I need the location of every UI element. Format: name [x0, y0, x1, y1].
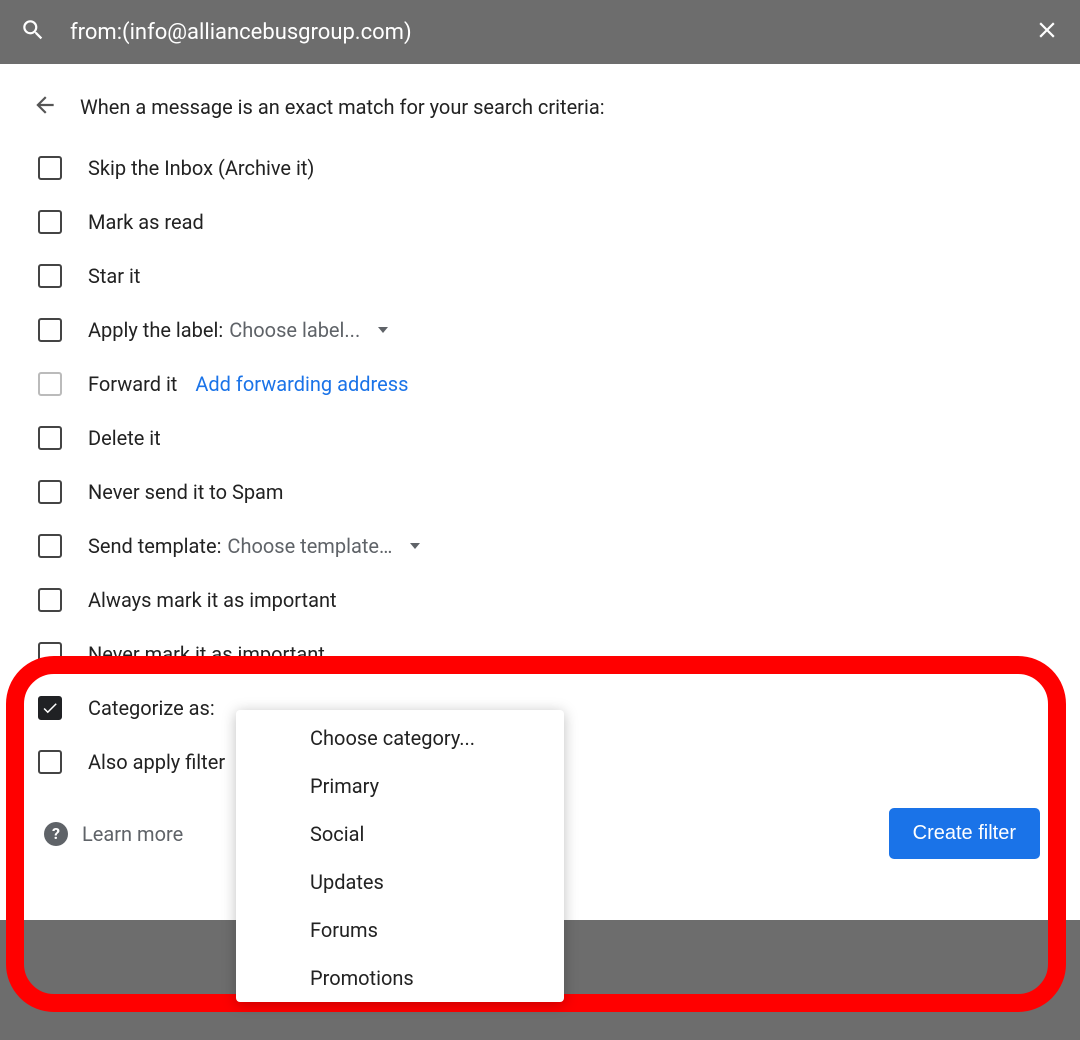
page-title: When a message is an exact match for you…	[80, 95, 605, 119]
header-bar: from:(info@alliancebusgroup.com)	[0, 0, 1080, 64]
checkbox-mark-read[interactable]	[38, 210, 62, 234]
chevron-down-icon	[410, 543, 420, 549]
checkbox-categorize[interactable]	[38, 696, 62, 720]
menu-item-choose[interactable]: Choose category...	[236, 714, 564, 762]
option-never-spam[interactable]: Never send it to Spam	[38, 480, 1048, 504]
checkbox-delete[interactable]	[38, 426, 62, 450]
label-never-spam: Never send it to Spam	[88, 480, 283, 504]
menu-item-updates[interactable]: Updates	[236, 858, 564, 906]
dropdown-apply-label[interactable]: Choose label...	[229, 318, 388, 342]
checkbox-star[interactable]	[38, 264, 62, 288]
option-skip-inbox[interactable]: Skip the Inbox (Archive it)	[38, 156, 1048, 180]
label-mark-read: Mark as read	[88, 210, 204, 234]
search-query[interactable]: from:(info@alliancebusgroup.com)	[70, 20, 1034, 45]
link-add-forwarding[interactable]: Add forwarding address	[195, 372, 408, 396]
menu-item-forums[interactable]: Forums	[236, 906, 564, 954]
chevron-down-icon	[378, 327, 388, 333]
option-delete[interactable]: Delete it	[38, 426, 1048, 450]
label-also-apply: Also apply filter	[88, 750, 225, 774]
option-mark-read[interactable]: Mark as read	[38, 210, 1048, 234]
checkbox-never-important[interactable]	[38, 642, 62, 666]
create-filter-button[interactable]: Create filter	[889, 808, 1040, 859]
menu-item-primary[interactable]: Primary	[236, 762, 564, 810]
label-categorize: Categorize as:	[88, 696, 215, 720]
option-apply-label[interactable]: Apply the label: Choose label...	[38, 318, 1048, 342]
menu-item-promotions[interactable]: Promotions	[236, 954, 564, 1002]
label-send-template: Send template:	[88, 534, 221, 558]
checkbox-always-important[interactable]	[38, 588, 62, 612]
checkbox-forward[interactable]	[38, 372, 62, 396]
dropdown-apply-label-value: Choose label...	[229, 318, 360, 342]
back-arrow-icon[interactable]	[32, 92, 58, 122]
dropdown-send-template-value: Choose template…	[227, 534, 392, 558]
label-delete: Delete it	[88, 426, 161, 450]
checkbox-also-apply[interactable]	[38, 750, 62, 774]
label-never-important: Never mark it as important	[88, 642, 325, 666]
option-always-important[interactable]: Always mark it as important	[38, 588, 1048, 612]
option-star[interactable]: Star it	[38, 264, 1048, 288]
help-icon: ?	[44, 822, 68, 846]
learn-more-link[interactable]: ? Learn more	[44, 822, 183, 846]
checkbox-send-template[interactable]	[38, 534, 62, 558]
option-never-important[interactable]: Never mark it as important	[38, 642, 1048, 666]
label-skip-inbox: Skip the Inbox (Archive it)	[88, 156, 314, 180]
label-apply-label: Apply the label:	[88, 318, 223, 342]
category-menu[interactable]: Choose category... Primary Social Update…	[236, 710, 564, 1002]
checkbox-skip-inbox[interactable]	[38, 156, 62, 180]
label-forward: Forward it	[88, 372, 177, 396]
option-send-template[interactable]: Send template: Choose template…	[38, 534, 1048, 558]
checkbox-never-spam[interactable]	[38, 480, 62, 504]
close-icon[interactable]	[1034, 17, 1060, 47]
option-forward[interactable]: Forward it Add forwarding address	[38, 372, 1048, 396]
menu-item-social[interactable]: Social	[236, 810, 564, 858]
learn-more-label: Learn more	[82, 822, 183, 846]
search-icon[interactable]	[20, 17, 46, 47]
checkbox-apply-label[interactable]	[38, 318, 62, 342]
label-always-important: Always mark it as important	[88, 588, 337, 612]
label-star: Star it	[88, 264, 140, 288]
dropdown-send-template[interactable]: Choose template…	[227, 534, 420, 558]
